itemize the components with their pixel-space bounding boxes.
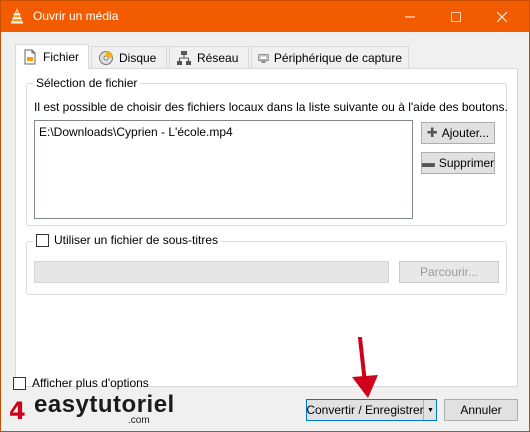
file-selection-group: Sélection de fichier Il est possible de … bbox=[26, 76, 508, 226]
more-options-checkbox[interactable] bbox=[13, 376, 26, 390]
tab-peripherique-capture[interactable]: Périphérique de capture bbox=[251, 46, 409, 68]
add-file-label: Ajouter... bbox=[441, 126, 490, 140]
tab-disque[interactable]: Disque bbox=[91, 46, 167, 68]
file-selection-legend: Sélection de fichier bbox=[33, 76, 141, 90]
file-list[interactable]: E:\Downloads\Cyprien - L'école.mp4 bbox=[34, 120, 413, 219]
minimize-button[interactable] bbox=[387, 1, 433, 32]
remove-file-label: Supprimer bbox=[438, 156, 495, 170]
minus-icon: ▬ bbox=[421, 155, 435, 170]
browse-subtitle-button: Parcourir... bbox=[399, 261, 499, 283]
tab-label: Réseau bbox=[197, 50, 239, 65]
convert-save-label: Convertir / Enregistrer bbox=[306, 403, 424, 417]
watermark-text: easytutoriel bbox=[34, 391, 175, 418]
capture-device-icon bbox=[258, 53, 269, 63]
cancel-label: Annuler bbox=[460, 403, 502, 417]
title-bar[interactable]: Ouvrir un média bbox=[1, 1, 529, 32]
tab-panel-fichier: Sélection de fichier Il est possible de … bbox=[15, 68, 518, 387]
watermark-sub: .com bbox=[128, 415, 150, 426]
tab-label: Disque bbox=[119, 50, 157, 65]
tab-label: Périphérique de capture bbox=[273, 50, 402, 65]
remove-file-button[interactable]: ▬ Supprimer bbox=[421, 152, 495, 174]
subtitle-group: Utiliser un fichier de sous-titres Parco… bbox=[26, 233, 507, 295]
subtitle-checkbox-row[interactable]: Utiliser un fichier de sous-titres bbox=[33, 233, 222, 247]
browse-subtitle-label: Parcourir... bbox=[419, 265, 479, 279]
tab-reseau[interactable]: Réseau bbox=[169, 46, 249, 68]
convert-save-split-button[interactable]: Convertir / Enregistrer ▼ bbox=[306, 399, 437, 421]
file-selection-description: Il est possible de choisir des fichiers … bbox=[34, 100, 508, 114]
convert-save-button[interactable]: Convertir / Enregistrer bbox=[306, 400, 424, 420]
chevron-down-icon: ▼ bbox=[427, 406, 434, 414]
easytutoriel-logo-icon: 4 bbox=[9, 397, 26, 425]
plus-icon: ✚ bbox=[426, 125, 438, 140]
window-title: Ouvrir un média bbox=[33, 9, 119, 23]
close-icon bbox=[497, 11, 507, 22]
close-button[interactable] bbox=[479, 1, 525, 32]
more-options-row[interactable]: Afficher plus d'options bbox=[13, 376, 149, 390]
cancel-button[interactable]: Annuler bbox=[444, 399, 518, 421]
more-options-label[interactable]: Afficher plus d'options bbox=[32, 376, 149, 390]
file-icon bbox=[24, 49, 36, 65]
convert-dropdown-button[interactable]: ▼ bbox=[425, 400, 436, 420]
list-item[interactable]: E:\Downloads\Cyprien - L'école.mp4 bbox=[39, 125, 233, 139]
open-media-dialog: Ouvrir un média Fichier Disque Réseau Pé… bbox=[0, 0, 530, 432]
tab-label: Fichier bbox=[43, 50, 80, 64]
tab-fichier[interactable]: Fichier bbox=[15, 44, 89, 69]
svg-text:4: 4 bbox=[9, 397, 26, 425]
subtitle-checkbox[interactable] bbox=[36, 233, 49, 247]
network-icon bbox=[177, 50, 191, 65]
annotation-arrow-icon bbox=[352, 337, 378, 398]
subtitle-checkbox-label[interactable]: Utiliser un fichier de sous-titres bbox=[54, 233, 218, 247]
subtitle-path-field bbox=[34, 261, 389, 283]
disc-icon bbox=[99, 50, 113, 65]
add-file-button[interactable]: ✚ Ajouter... bbox=[421, 122, 495, 144]
maximize-icon bbox=[451, 11, 461, 22]
minimize-icon bbox=[405, 16, 415, 17]
maximize-button[interactable] bbox=[433, 1, 479, 32]
vlc-cone-icon bbox=[11, 8, 23, 24]
